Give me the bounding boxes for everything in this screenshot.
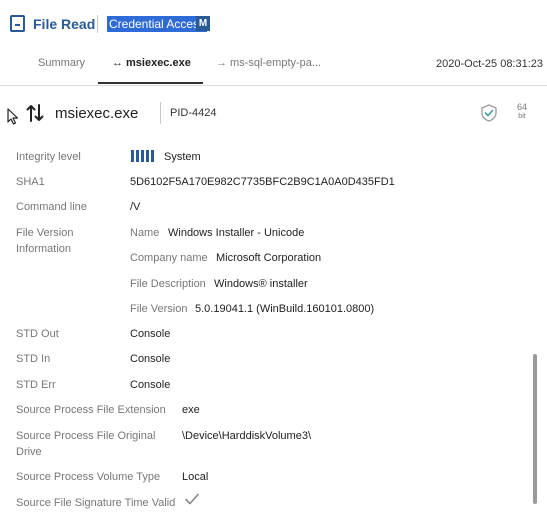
file-icon xyxy=(10,15,25,32)
mouse-cursor-icon xyxy=(7,108,19,125)
process-pid: PID-4424 xyxy=(170,107,217,119)
tab-summary[interactable]: Summary xyxy=(38,56,85,84)
volume-type-value: Local xyxy=(182,471,209,483)
command-line-value[interactable]: /V xyxy=(130,199,140,215)
std-out-label: STD Out xyxy=(16,328,59,340)
checkmark-icon xyxy=(185,493,199,505)
fvi-company-label: Company name xyxy=(130,252,208,264)
original-drive-label-line2: Drive xyxy=(16,446,42,458)
command-line-label: Command line xyxy=(16,201,87,213)
integrity-level-icon xyxy=(131,150,157,162)
sha1-label: SHA1 xyxy=(16,176,45,188)
std-err-label: STD Err xyxy=(16,379,56,391)
file-extension-value: exe xyxy=(182,404,200,416)
header-divider xyxy=(97,15,98,33)
tab-label: msiexec.exe xyxy=(126,57,191,69)
tab-label: ms-sql-empty-pa... xyxy=(230,57,322,69)
file-extension-label: Source Process File Extension xyxy=(16,404,166,416)
fvi-version-value: 5.0.19041.1 (WinBuild.160101.0800) xyxy=(195,303,375,315)
event-category[interactable]: Credential Access xyxy=(107,16,208,32)
vertical-scrollbar[interactable] xyxy=(533,354,537,504)
std-err-value: Console xyxy=(130,379,171,391)
event-header: File Read Credential Access M xyxy=(0,0,547,48)
process-name: msiexec.exe xyxy=(55,105,139,122)
architecture-badge: 64 bit xyxy=(512,103,532,121)
fvi-description-label: File Description xyxy=(130,278,206,290)
file-version-info-label-line2: Information xyxy=(16,243,72,255)
integrity-value: System xyxy=(164,151,201,163)
arch-number: 64 xyxy=(516,102,527,112)
std-in-value: Console xyxy=(130,353,171,365)
tab-msiexec[interactable]: ↔ msiexec.exe xyxy=(98,56,203,84)
fvi-company-value: Microsoft Corporation xyxy=(216,252,322,264)
fvi-version-label: File Version xyxy=(130,303,188,315)
process-divider xyxy=(160,102,161,124)
fvi-name-value: Windows Installer - Unicode xyxy=(168,227,305,239)
std-in-label: STD In xyxy=(16,353,51,365)
signature-time-valid-label: Source File Signature Time Valid xyxy=(16,497,176,509)
integrity-label: Integrity level xyxy=(16,151,81,163)
original-drive-value[interactable]: \Device\HarddiskVolume3\ xyxy=(182,428,311,444)
std-out-value: Console xyxy=(130,328,171,340)
arrow-right-icon: → xyxy=(216,57,227,69)
original-drive-label: Source Process File Original xyxy=(16,430,156,442)
fvi-name-label: Name xyxy=(130,227,160,239)
fvi-description-value: Windows® installer xyxy=(214,278,308,290)
event-title: File Read xyxy=(33,16,96,32)
file-version-info-label: File Version xyxy=(16,227,74,239)
volume-type-label: Source Process Volume Type xyxy=(16,471,161,483)
tab-ms-sql[interactable]: → ms-sql-empty-pa... xyxy=(216,56,321,84)
event-timestamp: 2020-Oct-25 08:31:23 xyxy=(436,58,544,70)
signed-shield-icon[interactable] xyxy=(480,104,498,122)
process-swap-icon xyxy=(26,104,44,122)
process-link-icon: ↔ xyxy=(112,57,123,69)
arch-unit: bit xyxy=(518,113,526,120)
tab-label: Summary xyxy=(38,57,86,69)
mitre-badge-icon[interactable]: M xyxy=(196,16,210,31)
sha1-value[interactable]: 5D6102F5A170E982C7735BFC2B9C1A0A0D435FD1 xyxy=(130,174,395,190)
